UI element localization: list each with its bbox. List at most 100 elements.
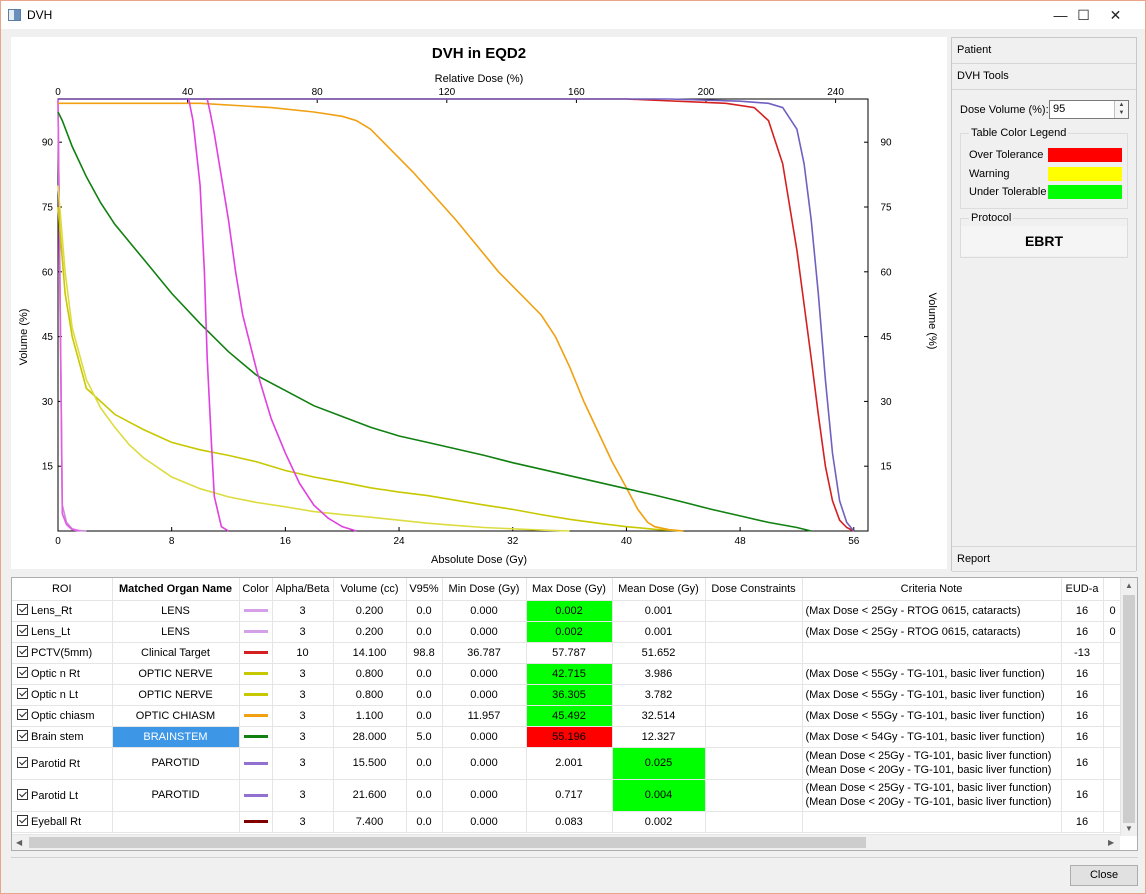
roi-checkbox[interactable] xyxy=(17,815,28,826)
volume-cell[interactable]: 7.400 xyxy=(333,811,407,833)
max-dose-cell[interactable]: 0.083 xyxy=(526,811,613,833)
min-dose-cell[interactable]: 0.000 xyxy=(442,726,527,748)
mean-dose-cell[interactable]: 0.004 xyxy=(612,779,706,812)
eud-cell[interactable]: 16 xyxy=(1061,684,1104,706)
dose-constraints-cell[interactable] xyxy=(705,747,803,780)
roi-cell[interactable]: Parotid Lt xyxy=(12,779,113,812)
max-dose-cell[interactable]: 57.787 xyxy=(526,642,613,664)
alpha-beta-cell[interactable]: 10 xyxy=(272,642,334,664)
criteria-note-cell[interactable]: (Max Dose < 55Gy - TG-101, basic liver f… xyxy=(802,705,1062,727)
horizontal-scroll-thumb[interactable] xyxy=(29,837,866,848)
criteria-note-cell[interactable] xyxy=(802,811,1062,833)
criteria-note-cell[interactable]: (Max Dose < 54Gy - TG-101, basic liver f… xyxy=(802,726,1062,748)
color-cell[interactable] xyxy=(239,726,273,748)
criteria-note-cell[interactable]: (Max Dose < 25Gy - RTOG 0615, cataracts) xyxy=(802,621,1062,643)
table-row[interactable]: Parotid Rt PAROTID 3 15.500 0.0 0.000 2.001 0.0… xyxy=(12,747,1123,780)
v95-cell[interactable]: 0.0 xyxy=(406,747,443,780)
roi-cell[interactable]: Optic n Lt xyxy=(12,684,113,706)
criteria-note-cell[interactable] xyxy=(802,642,1062,664)
dose-volume-spinbox[interactable]: 95 ▲ ▼ xyxy=(1049,100,1129,119)
max-dose-cell[interactable]: 42.715 xyxy=(526,663,613,685)
min-dose-cell[interactable]: 0.000 xyxy=(442,811,527,833)
eud-cell[interactable]: 16 xyxy=(1061,705,1104,727)
eud-cell[interactable]: -13 xyxy=(1061,642,1104,664)
criteria-note-cell[interactable]: (Mean Dose < 25Gy - TG-101, basic liver … xyxy=(802,779,1062,812)
column-header[interactable]: Max Dose (Gy) xyxy=(526,578,613,601)
column-header[interactable]: Alpha/Beta xyxy=(272,578,334,601)
roi-checkbox[interactable] xyxy=(17,756,28,768)
roi-cell[interactable]: Parotid Rt xyxy=(12,747,113,780)
organ-cell[interactable]: OPTIC CHIASM xyxy=(112,705,240,727)
v95-cell[interactable]: 0.0 xyxy=(406,663,443,685)
table-row[interactable]: Brain stem BRAINSTEM 3 28.000 5.0 0.000 55.196… xyxy=(12,726,1123,748)
criteria-note-cell[interactable]: (Max Dose < 55Gy - TG-101, basic liver f… xyxy=(802,684,1062,706)
roi-cell[interactable]: Optic n Rt xyxy=(12,663,113,685)
alpha-beta-cell[interactable]: 3 xyxy=(272,663,334,685)
column-header[interactable]: V95% xyxy=(406,578,443,601)
eud-cell[interactable]: 16 xyxy=(1061,663,1104,685)
dose-constraints-cell[interactable] xyxy=(705,684,803,706)
table-row[interactable]: Lens_Rt LENS 3 0.200 0.0 0.000 0.002 0.001 (Max … xyxy=(12,600,1123,622)
min-dose-cell[interactable]: 0.000 xyxy=(442,621,527,643)
roi-checkbox[interactable] xyxy=(17,646,28,657)
alpha-beta-cell[interactable]: 3 xyxy=(272,747,334,780)
volume-cell[interactable]: 0.800 xyxy=(333,684,407,706)
alpha-beta-cell[interactable]: 3 xyxy=(272,600,334,622)
table-row[interactable]: Eyeball Rt 3 7.400 0.0 0.000 0.083 0.002 16 xyxy=(12,811,1123,833)
mean-dose-cell[interactable]: 0.002 xyxy=(612,811,706,833)
column-header[interactable]: Min Dose (Gy) xyxy=(442,578,527,601)
table-row[interactable]: Optic chiasm OPTIC CHIASM 3 1.100 0.0 11.957 4… xyxy=(12,705,1123,727)
alpha-beta-cell[interactable]: 3 xyxy=(272,811,334,833)
alpha-beta-cell[interactable]: 3 xyxy=(272,684,334,706)
mean-dose-cell[interactable]: 0.001 xyxy=(612,600,706,622)
color-cell[interactable] xyxy=(239,663,273,685)
organ-cell[interactable]: BRAINSTEM xyxy=(112,726,240,748)
min-dose-cell[interactable]: 36.787 xyxy=(442,642,527,664)
report-section[interactable]: Report xyxy=(952,546,1136,572)
mean-dose-cell[interactable]: 3.986 xyxy=(612,663,706,685)
roi-cell[interactable]: Lens_Lt xyxy=(12,621,113,643)
mean-dose-cell[interactable]: 51.652 xyxy=(612,642,706,664)
eud-cell[interactable]: 16 xyxy=(1061,747,1104,780)
mean-dose-cell[interactable]: 0.025 xyxy=(612,747,706,780)
v95-cell[interactable]: 0.0 xyxy=(406,811,443,833)
dose-constraints-cell[interactable] xyxy=(705,642,803,664)
v95-cell[interactable]: 5.0 xyxy=(406,726,443,748)
column-header[interactable]: ROI xyxy=(12,578,113,601)
volume-cell[interactable]: 0.200 xyxy=(333,600,407,622)
volume-cell[interactable]: 1.100 xyxy=(333,705,407,727)
column-header[interactable]: Color xyxy=(239,578,273,601)
table-row[interactable]: Optic n Rt OPTIC NERVE 3 0.800 0.0 0.000 42.71… xyxy=(12,663,1123,685)
min-dose-cell[interactable]: 11.957 xyxy=(442,705,527,727)
max-dose-cell[interactable]: 55.196 xyxy=(526,726,613,748)
dose-constraints-cell[interactable] xyxy=(705,621,803,643)
volume-cell[interactable]: 0.800 xyxy=(333,663,407,685)
horizontal-scrollbar[interactable]: ◀ ▶ xyxy=(12,834,1120,850)
column-header[interactable]: Dose Constraints xyxy=(705,578,803,601)
roi-cell[interactable]: PCTV(5mm) xyxy=(12,642,113,664)
dvh-chart[interactable]: DVH in EQD2 Relative Dose (%) Absolute D… xyxy=(11,37,947,569)
v95-cell[interactable]: 0.0 xyxy=(406,600,443,622)
eud-cell[interactable]: 16 xyxy=(1061,600,1104,622)
max-dose-cell[interactable]: 2.001 xyxy=(526,747,613,780)
organ-cell[interactable]: LENS xyxy=(112,600,240,622)
dose-constraints-cell[interactable] xyxy=(705,663,803,685)
organ-cell[interactable]: OPTIC NERVE xyxy=(112,663,240,685)
roi-cell[interactable]: Optic chiasm xyxy=(12,705,113,727)
mean-dose-cell[interactable]: 32.514 xyxy=(612,705,706,727)
column-header[interactable]: Volume (cc) xyxy=(333,578,407,601)
min-dose-cell[interactable]: 0.000 xyxy=(442,684,527,706)
scroll-right-icon[interactable]: ▶ xyxy=(1108,838,1114,847)
spin-arrows-icon[interactable]: ▲ ▼ xyxy=(1114,101,1128,118)
mean-dose-cell[interactable]: 0.001 xyxy=(612,621,706,643)
min-dose-cell[interactable]: 0.000 xyxy=(442,779,527,812)
color-cell[interactable] xyxy=(239,642,273,664)
close-button[interactable]: Close xyxy=(1070,865,1138,886)
dose-constraints-cell[interactable] xyxy=(705,600,803,622)
alpha-beta-cell[interactable]: 3 xyxy=(272,726,334,748)
table-row[interactable]: Lens_Lt LENS 3 0.200 0.0 0.000 0.002 0.001 (Max … xyxy=(12,621,1123,643)
v95-cell[interactable]: 0.0 xyxy=(406,705,443,727)
column-header[interactable]: Mean Dose (Gy) xyxy=(612,578,706,601)
organ-cell[interactable]: PAROTID xyxy=(112,779,240,812)
color-cell[interactable] xyxy=(239,600,273,622)
